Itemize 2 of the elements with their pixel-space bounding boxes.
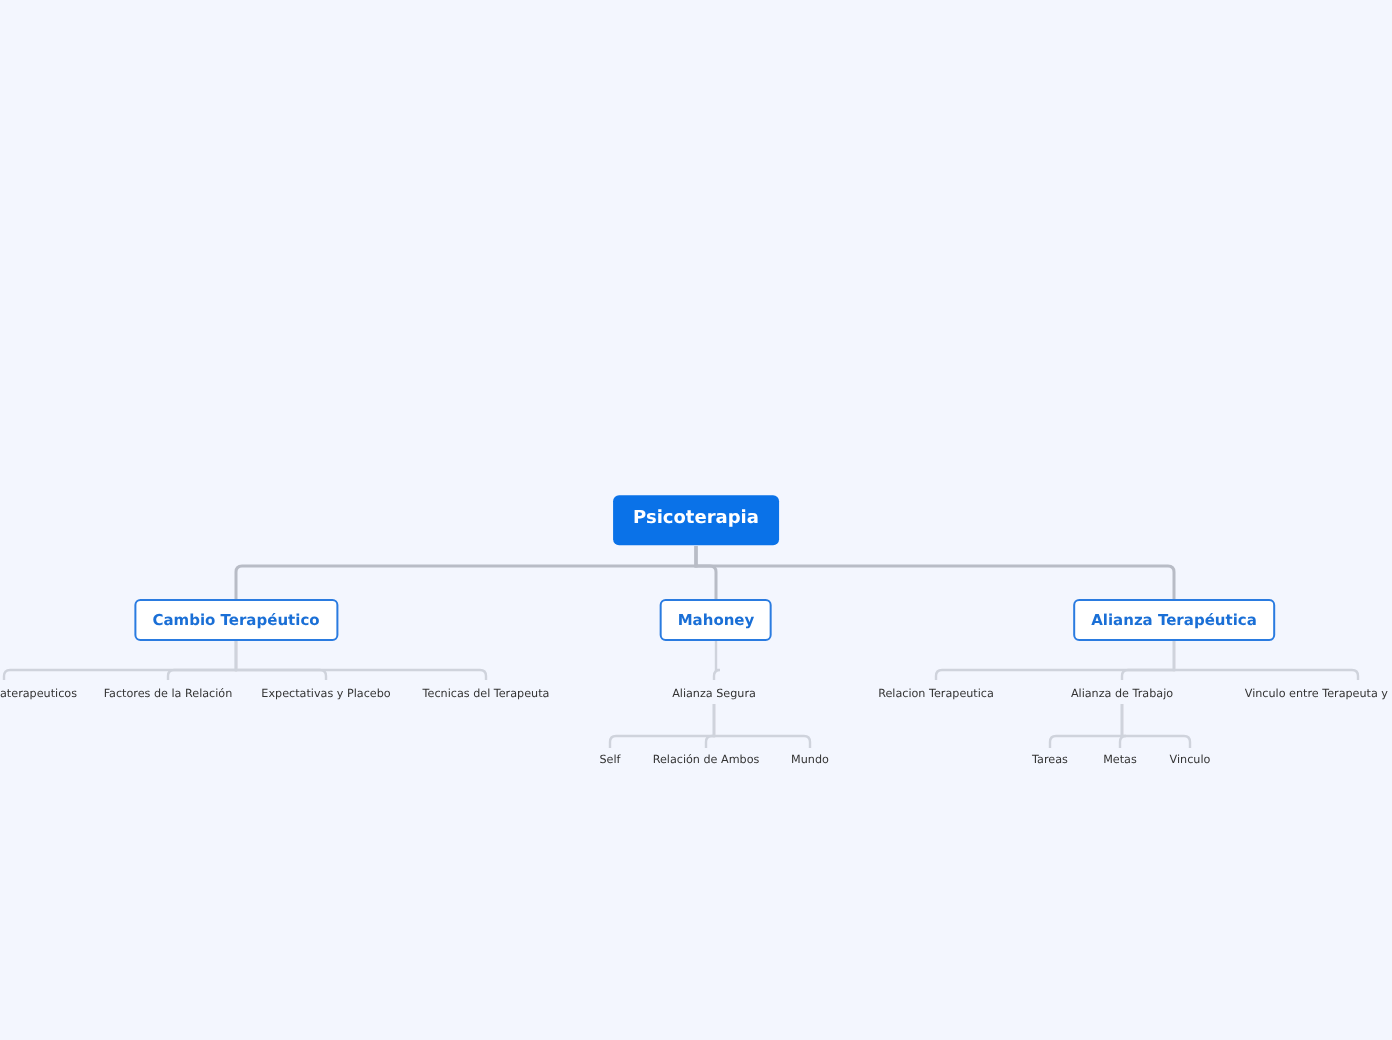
connector-line xyxy=(712,640,722,680)
root-node[interactable]: Psicoterapia xyxy=(613,495,779,545)
